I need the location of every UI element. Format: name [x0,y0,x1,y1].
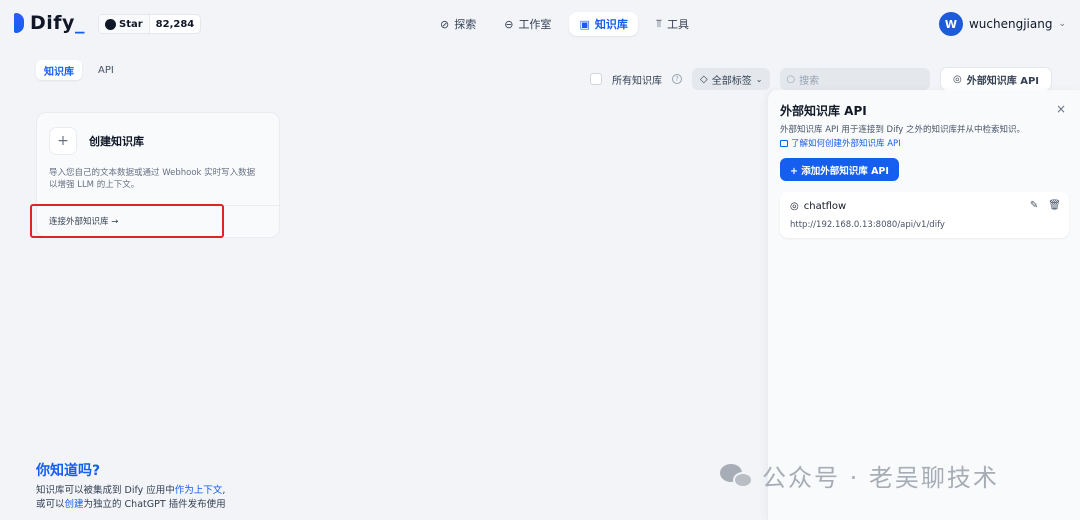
watermark-text: 公众号 · 老吴聊技术 [762,464,999,492]
as-context-link[interactable]: 作为上下文 [175,485,223,496]
book-icon [780,139,788,147]
learn-more-label: 了解如何创建外部知识库 API [791,139,901,149]
nav-explore-label: 探索 [454,18,477,31]
dify-logo[interactable]: Dify_ [14,12,85,34]
api-icon: ◎ [790,201,799,212]
create-knowledge-desc: 导入您自己的文本数据或通过 Webhook 实时写入数据 以增强 LLM 的上下… [49,168,256,190]
nav-studio[interactable]: ⊖ 工作室 [494,12,561,36]
github-star-label: Star [119,18,143,30]
highlight-annotation-box [30,204,224,238]
add-external-api-button[interactable]: + 添加外部知识库 API [780,158,899,181]
compass-icon: ⊘ [440,17,450,31]
nav-knowledge-label: 知识库 [594,18,628,31]
all-kb-checkbox[interactable] [590,73,602,85]
tab-api[interactable]: API [90,60,122,80]
close-icon[interactable]: × [1056,102,1066,116]
search-icon: ○ [786,73,796,85]
nav-explore[interactable]: ⊘ 探索 [430,12,486,36]
logo-text: Dify [30,12,75,34]
github-star-badge[interactable]: Star 82,284 [98,14,202,34]
search-input[interactable]: ○ 搜索 [780,68,931,90]
chevron-down-icon: ⌄ [755,74,763,84]
filter-bar: 所有知识库 ? ◇ 全部标签 ⌄ ○ 搜索 [590,68,931,90]
tip-line-1: 知识库可以被集成到 Dify 应用中作为上下文, [36,485,226,496]
search-placeholder: 搜索 [799,75,820,87]
nav-tools-label: 工具 [667,18,690,31]
edit-icon[interactable]: ✎ [1030,200,1038,211]
github-star-count: 82,284 [155,18,195,30]
create-knowledge-title: 创建知识库 [89,135,144,148]
tag-filter-dropdown[interactable]: ◇ 全部标签 ⌄ [692,68,771,90]
trash-icon[interactable]: 🗑 [1048,200,1061,211]
user-name: wuchengjiang [968,17,1053,31]
avatar: W [938,12,963,36]
hammer-icon: ⫪ [655,17,663,30]
tip-line-2: 或可以创建为独立的 ChatGPT 插件发布使用 [36,499,226,510]
robot-icon: ⊖ [504,17,514,31]
external-api-panel: 外部知识库 API × 外部知识库 API 用于连接到 Dify 之外的知识库并… [767,90,1080,520]
logo-underscore: _ [74,12,85,34]
watermark: 公众号 · 老吴聊技术 [720,458,999,493]
api-list-item[interactable]: ◎ chatflow http://192.168.0.13:8080/api/… [780,192,1069,238]
subtabs: 知识库 API [36,60,122,80]
panel-title: 外部知识库 API [780,104,867,118]
api-name: chatflow [803,201,847,212]
book-icon: ▣ [579,17,590,31]
nav-tools[interactable]: ⫪ 工具 [646,12,699,36]
create-link[interactable]: 创建 [65,499,84,510]
nav-knowledge[interactable]: ▣ 知识库 [569,12,638,36]
learn-more-link[interactable]: 了解如何创建外部知识库 API [780,137,901,149]
main-nav: ⊘ 探索 ⊖ 工作室 ▣ 知识库 ⫪ 工具 [430,12,699,36]
nav-studio-label: 工作室 [518,18,552,31]
logo-mark-icon [14,13,24,33]
wechat-icon [720,462,754,490]
tag-icon: ◇ [700,73,708,85]
api-icon: ◎ [953,73,962,85]
help-icon[interactable]: ? [672,74,682,84]
github-icon [105,18,116,30]
chevron-down-icon: ⌄ [1058,19,1066,29]
api-url: http://192.168.0.13:8080/api/v1/dify [790,220,945,230]
tip-title: 你知道吗? [36,463,101,479]
all-kb-label: 所有知识库 [612,75,662,87]
external-api-button[interactable]: ◎ 外部知识库 API [940,67,1053,91]
tag-filter-label: 全部标签 [711,75,752,87]
external-api-button-label: 外部知识库 API [966,75,1040,87]
tab-knowledge[interactable]: 知识库 [36,60,82,80]
user-menu[interactable]: W wuchengjiang ⌄ [938,12,1066,36]
panel-description: 外部知识库 API 用于连接到 Dify 之外的知识库并从中检索知识。 [780,125,1026,135]
top-navbar: Dify_ Star 82,284 ⊘ 探索 ⊖ 工作室 ▣ 知识库 ⫪ 工具 … [0,0,1080,48]
plus-icon: + [49,127,77,155]
